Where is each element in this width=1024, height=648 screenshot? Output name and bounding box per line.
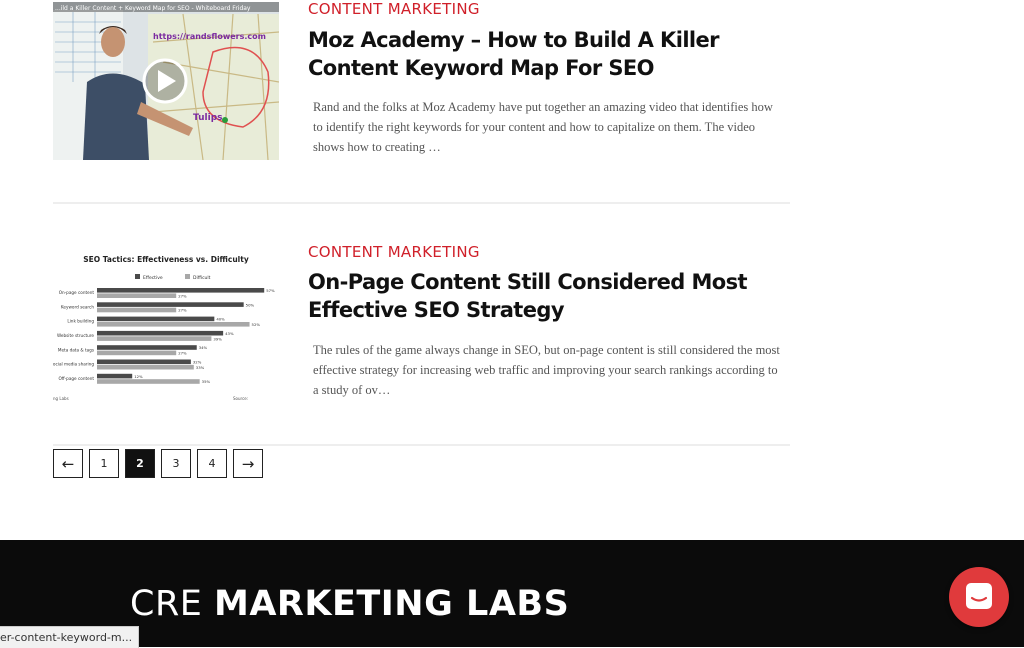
- logo-bold-text: MARKETING LABS: [214, 584, 570, 624]
- footer-logo[interactable]: CRE MARKETING LABS: [130, 584, 569, 624]
- post-category[interactable]: CONTENT MARKETING: [308, 243, 480, 261]
- pagination-next-button[interactable]: →: [233, 449, 263, 478]
- post-title-link[interactable]: Moz Academy – How to Build A Killer Cont…: [308, 26, 788, 82]
- chart-bar-difficult: [97, 293, 177, 298]
- chart-category-label: Keyword search: [61, 304, 94, 309]
- chart-bar-effective: [97, 330, 224, 336]
- chart-data-label: 27%: [178, 351, 187, 356]
- chart-bar-effective: [97, 373, 133, 379]
- pagination-prev-button[interactable]: ←: [53, 449, 83, 478]
- chart-data-label: 35%: [202, 379, 211, 384]
- legend-swatch-effective: [135, 274, 140, 279]
- chat-launcher-button[interactable]: [949, 567, 1009, 627]
- map-label-text: Tulips: [193, 113, 223, 123]
- chart-footer-left: ng Labs: [53, 396, 69, 401]
- chart-category-label: Social media sharing: [53, 362, 94, 367]
- chart-bar-difficult: [97, 322, 250, 327]
- chart-bar-difficult: [97, 364, 194, 370]
- site-footer: CRE MARKETING LABS: [0, 540, 1024, 647]
- chart-data-label: 27%: [178, 293, 187, 298]
- chart-data-label: 52%: [252, 322, 261, 327]
- post-category[interactable]: CONTENT MARKETING: [308, 0, 480, 18]
- chart-bar-effective: [97, 359, 191, 365]
- chart-bar-difficult: [97, 307, 177, 313]
- chart-data-label: 27%: [178, 308, 187, 313]
- post-divider: [53, 444, 790, 446]
- post-excerpt: Rand and the folks at Moz Academy have p…: [313, 100, 773, 154]
- chart-data-label: 33%: [196, 365, 205, 370]
- browser-status-bar: er-content-keyword-m...: [0, 626, 140, 648]
- chart-category-label: Off-page content: [58, 376, 94, 381]
- pagination-page-1[interactable]: 1: [89, 449, 119, 478]
- pagination-page-3[interactable]: 3: [161, 449, 191, 478]
- post-excerpt: The rules of the game always change in S…: [313, 343, 780, 397]
- chart-data-label: 43%: [225, 331, 234, 336]
- chart-data-label: 32%: [193, 360, 202, 365]
- legend-swatch-difficult: [185, 274, 190, 279]
- chart-bar-effective: [97, 302, 244, 307]
- chart-data-label: 40%: [216, 317, 225, 322]
- post-divider: [53, 202, 790, 204]
- play-icon[interactable]: [142, 58, 188, 104]
- chart-bar-effective: [97, 288, 265, 293]
- post-thumbnail-video[interactable]: ...ild a Killer Content + Keyword Map fo…: [53, 2, 279, 160]
- chart-data-label: 12%: [134, 374, 143, 379]
- chart-category-label: On-page content: [59, 290, 95, 295]
- video-thumbnail-image: ...ild a Killer Content + Keyword Map fo…: [53, 2, 279, 160]
- chart-bar-effective: [97, 316, 215, 322]
- pagination: ← 1 2 3 4 →: [53, 449, 265, 478]
- chart-bar-difficult: [97, 350, 177, 356]
- post-title-link[interactable]: On-Page Content Still Considered Most Ef…: [308, 268, 788, 324]
- pagination-page-4[interactable]: 4: [197, 449, 227, 478]
- chart-bar-effective: [97, 345, 197, 350]
- chart-category-label: Website structure: [57, 333, 94, 338]
- chart-category-label: Meta data & tags: [58, 347, 94, 352]
- chart-data-label: 34%: [199, 345, 208, 350]
- chart-bar-difficult: [97, 379, 200, 384]
- video-url-text: https://randsflowers.com: [153, 32, 266, 41]
- logo-light-text: CRE: [130, 584, 203, 624]
- legend-label-effective: Effective: [143, 275, 163, 281]
- chat-icon: [966, 583, 992, 609]
- pagination-page-2-current[interactable]: 2: [125, 449, 155, 478]
- chart-category-label: Link building: [67, 319, 94, 324]
- chart-bar-difficult: [97, 336, 212, 341]
- seo-tactics-chart: SEO Tactics: Effectiveness vs. Difficult…: [53, 245, 279, 403]
- chart-data-label: 39%: [213, 336, 222, 341]
- chart-data-label: 50%: [246, 302, 255, 307]
- legend-label-difficult: Difficult: [193, 275, 211, 281]
- video-title-text: ...ild a Killer Content + Keyword Map fo…: [55, 5, 251, 12]
- post-thumbnail-chart[interactable]: SEO Tactics: Effectiveness vs. Difficult…: [53, 245, 279, 403]
- chart-title: SEO Tactics: Effectiveness vs. Difficult…: [83, 255, 249, 264]
- chart-source-label: Source:: [233, 396, 248, 401]
- chart-data-label: 57%: [266, 288, 275, 293]
